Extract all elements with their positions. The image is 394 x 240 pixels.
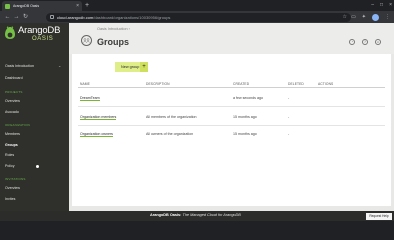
extension-icon[interactable]: ✦ (362, 13, 366, 21)
browser-tab[interactable]: ArangoDB Oasis × (2, 1, 82, 11)
group-description: All members of the organization (146, 115, 197, 119)
table-header-divider (78, 87, 385, 88)
app: ArangoDB OASIS Oasis Introduction ⌄ Dash… (0, 23, 394, 221)
sidebar-item-org-selector[interactable]: Oasis Introduction (5, 64, 34, 68)
help-icon[interactable]: ? (362, 39, 368, 45)
group-deleted: - (288, 96, 290, 100)
arangodb-oasis-logo[interactable]: ArangoDB OASIS (4, 26, 60, 43)
tab-title: ArangoDB Oasis (13, 4, 40, 8)
footer-text: ArangoDB Oasis: The Managed Cloud for Ar… (150, 213, 241, 217)
row-divider (78, 125, 385, 126)
groups-card: New group + NAME DESCRIPTION CREATED DEL… (72, 54, 391, 206)
profile-avatar[interactable] (372, 13, 379, 21)
avocado-logo-icon (5, 26, 15, 39)
column-header-created: CREATED (233, 82, 250, 86)
maximize-icon[interactable]: □ (380, 1, 383, 10)
footer: ArangoDB Oasis: The Managed Cloud for Ar… (0, 211, 394, 221)
chevron-down-icon[interactable]: ⌄ (58, 63, 61, 68)
sidebar-item-invitations-overview[interactable]: Overview (5, 186, 20, 190)
group-description: All owners of the organization (146, 132, 194, 136)
notifications-icon[interactable]: ◔ (349, 39, 355, 45)
mouse-cursor (36, 165, 39, 168)
main-content: Oasis Introduction › Groups ◔ ? ☺ New gr… (69, 23, 394, 211)
group-name-link[interactable]: Organization owners (80, 132, 113, 137)
sidebar-item-policy[interactable]: Policy (5, 164, 15, 168)
request-help-button[interactable]: Request Help (366, 213, 392, 220)
lock-icon (50, 15, 54, 19)
sidebar-section-projects: PROJECTS (5, 90, 23, 94)
menu-kebab-icon[interactable]: ⋮ (385, 13, 390, 21)
bookmark-star-icon[interactable]: ☆ (343, 14, 347, 20)
sidebar-section-organization: ORGANIZATION (5, 123, 31, 127)
toolbar-actions: ▭ ✦ ⋮ (351, 13, 390, 21)
browser-tab-bar: ArangoDB Oasis × + – □ × (0, 0, 394, 11)
breadcrumb[interactable]: Oasis Introduction › (97, 27, 130, 31)
group-name-link[interactable]: DreamTeam (80, 96, 100, 101)
cast-icon[interactable]: ▭ (351, 13, 356, 21)
group-name-link[interactable]: Organization members (80, 115, 117, 120)
sidebar-item-avocado[interactable]: Avocado (5, 110, 19, 114)
new-group-label: New group (121, 65, 140, 69)
page-title: Groups (97, 37, 130, 47)
new-group-button[interactable]: New group + (115, 62, 148, 72)
group-created: 15 months ago (233, 115, 257, 119)
sidebar-item-dashboard[interactable]: Dashboard (5, 76, 23, 80)
reload-icon[interactable]: ↻ (21, 14, 30, 20)
url-text: cloud.arangodb.com/dashboard/organizatio… (57, 14, 171, 20)
logo-wordmark: ArangoDB (18, 25, 61, 36)
column-header-deleted: DELETED (288, 82, 304, 86)
groups-icon (81, 35, 92, 46)
sidebar: ArangoDB OASIS Oasis Introduction ⌄ Dash… (0, 23, 69, 211)
back-icon[interactable]: ← (3, 14, 12, 20)
group-deleted: - (288, 132, 290, 136)
minimize-icon[interactable]: – (371, 1, 374, 10)
column-header-description: DESCRIPTION (146, 82, 170, 86)
group-created: a few seconds ago (233, 96, 263, 100)
logo-subtitle: OASIS (32, 36, 54, 42)
forward-icon[interactable]: → (12, 14, 21, 20)
window-controls: – □ × (371, 1, 392, 10)
arangodb-favicon-icon (5, 3, 10, 9)
sidebar-item-roles[interactable]: Roles (5, 153, 14, 157)
close-icon[interactable]: × (76, 3, 79, 9)
group-deleted: - (288, 115, 290, 119)
header-actions: ◔ ? ☺ (349, 39, 381, 45)
row-divider (78, 106, 385, 107)
user-icon[interactable]: ☺ (375, 39, 381, 45)
group-created: 15 months ago (233, 132, 257, 136)
sidebar-item-groups[interactable]: Groups (5, 143, 18, 147)
page-header: Oasis Introduction › Groups ◔ ? ☺ (69, 23, 394, 54)
sidebar-section-invitations: INVITATIONS (5, 177, 26, 181)
new-tab-icon[interactable]: + (85, 1, 89, 10)
close-window-icon[interactable]: × (389, 1, 392, 10)
plus-icon: + (140, 62, 148, 72)
address-bar[interactable]: cloud.arangodb.com/dashboard/organizatio… (46, 12, 351, 22)
column-header-name: NAME (80, 82, 90, 86)
sidebar-item-projects-overview[interactable]: Overview (5, 99, 20, 103)
sidebar-item-invites[interactable]: Invites (5, 197, 15, 201)
sidebar-item-members[interactable]: Members (5, 132, 20, 136)
column-header-actions: ACTIONS (318, 82, 334, 86)
browser-toolbar: ← → ↻ cloud.arangodb.com/dashboard/organ… (0, 11, 394, 23)
